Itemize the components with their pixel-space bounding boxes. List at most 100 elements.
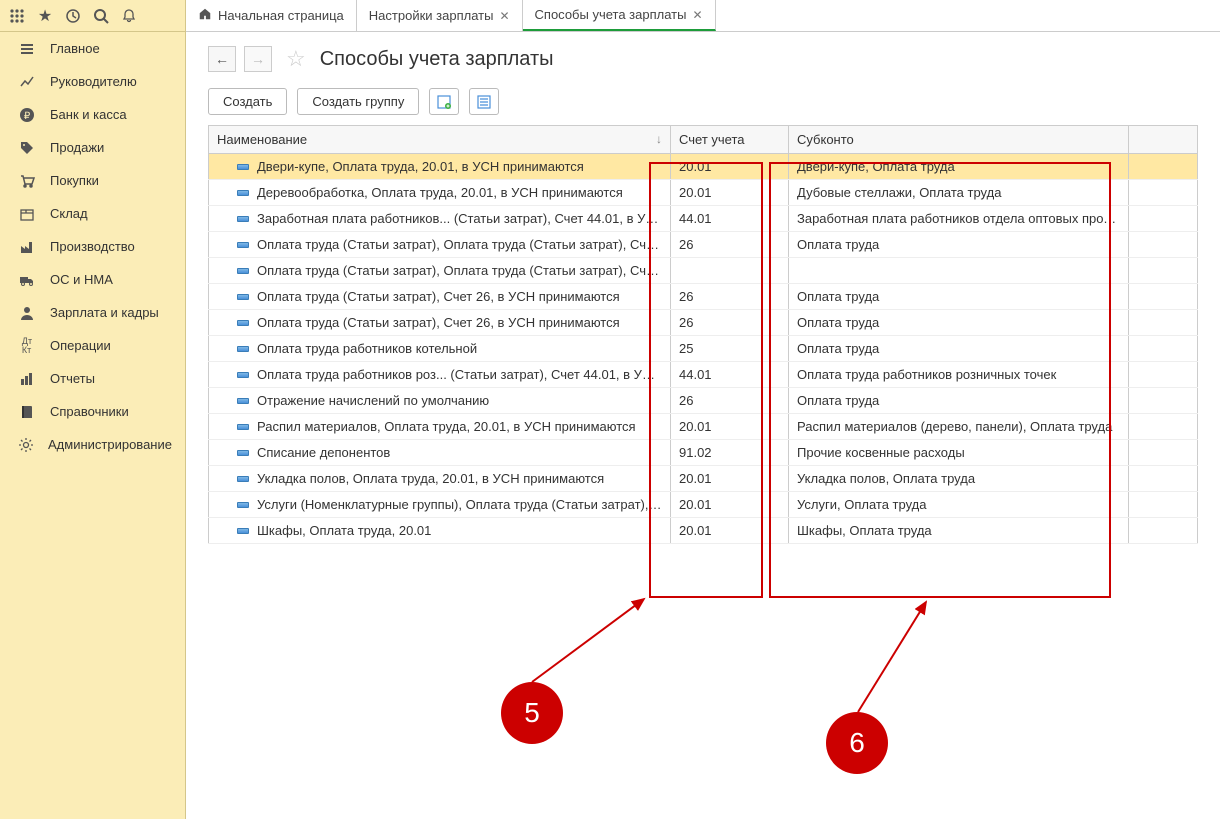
cell-name: Укладка полов, Оплата труда, 20.01, в УС… bbox=[209, 466, 671, 492]
tab-salary-methods[interactable]: Способы учета зарплаты ✕ bbox=[523, 0, 716, 31]
toolbar: Создать Создать группу bbox=[208, 88, 1198, 115]
cell-name: Отражение начислений по умолчанию bbox=[209, 388, 671, 414]
item-icon bbox=[237, 398, 249, 404]
cell-account: 91.02 bbox=[671, 440, 789, 466]
favorite-star-icon[interactable]: ☆ bbox=[286, 46, 306, 72]
cell-subconto: Оплата труда bbox=[789, 284, 1129, 310]
cell-empty bbox=[1129, 284, 1198, 310]
nav-label: Главное bbox=[50, 41, 100, 56]
nav-label: Продажи bbox=[50, 140, 104, 155]
table-row[interactable]: Списание депонентов91.02Прочие косвенные… bbox=[209, 440, 1198, 466]
cell-subconto: Двери-купе, Оплата труда bbox=[789, 154, 1129, 180]
table-row[interactable]: Укладка полов, Оплата труда, 20.01, в УС… bbox=[209, 466, 1198, 492]
item-icon bbox=[237, 242, 249, 248]
item-icon bbox=[237, 424, 249, 430]
create-button[interactable]: Создать bbox=[208, 88, 287, 115]
table-row[interactable]: Оплата труда (Статьи затрат), Счет 26, в… bbox=[209, 284, 1198, 310]
table-row[interactable]: Услуги (Номенклатурные группы), Оплата т… bbox=[209, 492, 1198, 518]
create-group-button[interactable]: Создать группу bbox=[297, 88, 419, 115]
table-row[interactable]: Деревообработка, Оплата труда, 20.01, в … bbox=[209, 180, 1198, 206]
cell-subconto: Оплата труда работников розничных точек bbox=[789, 362, 1129, 388]
tag-icon bbox=[18, 139, 36, 157]
home-icon bbox=[198, 7, 212, 24]
nav-label: Операции bbox=[50, 338, 111, 353]
table-row[interactable]: Оплата труда (Статьи затрат), Оплата тру… bbox=[209, 258, 1198, 284]
dtkt-icon: ДтКт bbox=[18, 337, 36, 355]
nav-label: Справочники bbox=[50, 404, 129, 419]
item-icon bbox=[237, 320, 249, 326]
history-icon[interactable] bbox=[60, 3, 86, 29]
star-icon[interactable]: ★ bbox=[32, 3, 58, 29]
sidebar-item-7[interactable]: ОС и НМА bbox=[0, 263, 185, 296]
table-row[interactable]: Оплата труда (Статьи затрат), Оплата тру… bbox=[209, 232, 1198, 258]
tab-salary-settings[interactable]: Настройки зарплаты ✕ bbox=[357, 0, 523, 31]
annotation-circle-6: 6 bbox=[826, 712, 888, 774]
table-row[interactable]: Распил материалов, Оплата труда, 20.01, … bbox=[209, 414, 1198, 440]
forward-button: → bbox=[244, 46, 272, 72]
table-row[interactable]: Двери-купе, Оплата труда, 20.01, в УСН п… bbox=[209, 154, 1198, 180]
cell-account: 20.01 bbox=[671, 154, 789, 180]
cell-account: 20.01 bbox=[671, 492, 789, 518]
annotation-circle-5: 5 bbox=[501, 682, 563, 744]
cell-name: Оплата труда (Статьи затрат), Счет 26, в… bbox=[209, 310, 671, 336]
cell-name: Услуги (Номенклатурные группы), Оплата т… bbox=[209, 492, 671, 518]
cell-empty bbox=[1129, 414, 1198, 440]
bell-icon[interactable] bbox=[116, 3, 142, 29]
apps-icon[interactable] bbox=[4, 3, 30, 29]
cell-subconto: Услуги, Оплата труда bbox=[789, 492, 1129, 518]
page-title: Способы учета зарплаты bbox=[320, 48, 554, 71]
sidebar-item-4[interactable]: Покупки bbox=[0, 164, 185, 197]
col-account[interactable]: Счет учета bbox=[671, 126, 789, 154]
cell-name: Шкафы, Оплата труда, 20.01 bbox=[209, 518, 671, 544]
table-row[interactable]: Отражение начислений по умолчанию26Оплат… bbox=[209, 388, 1198, 414]
sidebar-item-3[interactable]: Продажи bbox=[0, 131, 185, 164]
data-table[interactable]: Наименование↓ Счет учета Субконто Двери-… bbox=[208, 125, 1198, 544]
table-row[interactable]: Оплата труда (Статьи затрат), Счет 26, в… bbox=[209, 310, 1198, 336]
cell-subconto: Оплата труда bbox=[789, 388, 1129, 414]
sidebar-item-8[interactable]: Зарплата и кадры bbox=[0, 296, 185, 329]
item-icon bbox=[237, 190, 249, 196]
cell-name: Двери-купе, Оплата труда, 20.01, в УСН п… bbox=[209, 154, 671, 180]
sidebar-item-1[interactable]: Руководителю bbox=[0, 65, 185, 98]
chart-icon bbox=[18, 73, 36, 91]
sidebar-item-5[interactable]: Склад bbox=[0, 197, 185, 230]
cell-empty bbox=[1129, 258, 1198, 284]
cell-empty bbox=[1129, 310, 1198, 336]
col-empty bbox=[1129, 126, 1198, 154]
tab-home[interactable]: Начальная страница bbox=[186, 0, 357, 31]
bars-icon bbox=[18, 370, 36, 388]
table-row[interactable]: Заработная плата работников... (Статьи з… bbox=[209, 206, 1198, 232]
tab-label: Начальная страница bbox=[218, 8, 344, 23]
sidebar-item-11[interactable]: Справочники bbox=[0, 395, 185, 428]
cell-account: 26 bbox=[671, 232, 789, 258]
cell-empty bbox=[1129, 336, 1198, 362]
cell-subconto: Укладка полов, Оплата труда bbox=[789, 466, 1129, 492]
sidebar-item-9[interactable]: ДтКт Операции bbox=[0, 329, 185, 362]
close-icon[interactable]: ✕ bbox=[692, 8, 702, 22]
cell-empty bbox=[1129, 466, 1198, 492]
item-icon bbox=[237, 476, 249, 482]
cell-empty bbox=[1129, 206, 1198, 232]
sidebar-item-0[interactable]: Главное bbox=[0, 32, 185, 65]
person-icon bbox=[18, 304, 36, 322]
search-icon[interactable] bbox=[88, 3, 114, 29]
col-subconto[interactable]: Субконто bbox=[789, 126, 1129, 154]
table-row[interactable]: Шкафы, Оплата труда, 20.0120.01Шкафы, Оп… bbox=[209, 518, 1198, 544]
sidebar-item-6[interactable]: Производство bbox=[0, 230, 185, 263]
refresh-button[interactable] bbox=[429, 88, 459, 115]
col-name[interactable]: Наименование↓ bbox=[209, 126, 671, 154]
cell-subconto: Дубовые стеллажи, Оплата труда bbox=[789, 180, 1129, 206]
back-button[interactable]: ← bbox=[208, 46, 236, 72]
sidebar-item-12[interactable]: Администрирование bbox=[0, 428, 185, 461]
table-row[interactable]: Оплата труда работников котельной25Оплат… bbox=[209, 336, 1198, 362]
tab-label: Способы учета зарплаты bbox=[535, 7, 687, 22]
cell-name: Распил материалов, Оплата труда, 20.01, … bbox=[209, 414, 671, 440]
close-icon[interactable]: ✕ bbox=[499, 9, 509, 23]
sidebar-item-2[interactable]: ₽Банк и касса bbox=[0, 98, 185, 131]
table-row[interactable]: Оплата труда работников роз... (Статьи з… bbox=[209, 362, 1198, 388]
nav-label: Покупки bbox=[50, 173, 99, 188]
item-icon bbox=[237, 268, 249, 274]
list-button[interactable] bbox=[469, 88, 499, 115]
item-icon bbox=[237, 502, 249, 508]
sidebar-item-10[interactable]: Отчеты bbox=[0, 362, 185, 395]
